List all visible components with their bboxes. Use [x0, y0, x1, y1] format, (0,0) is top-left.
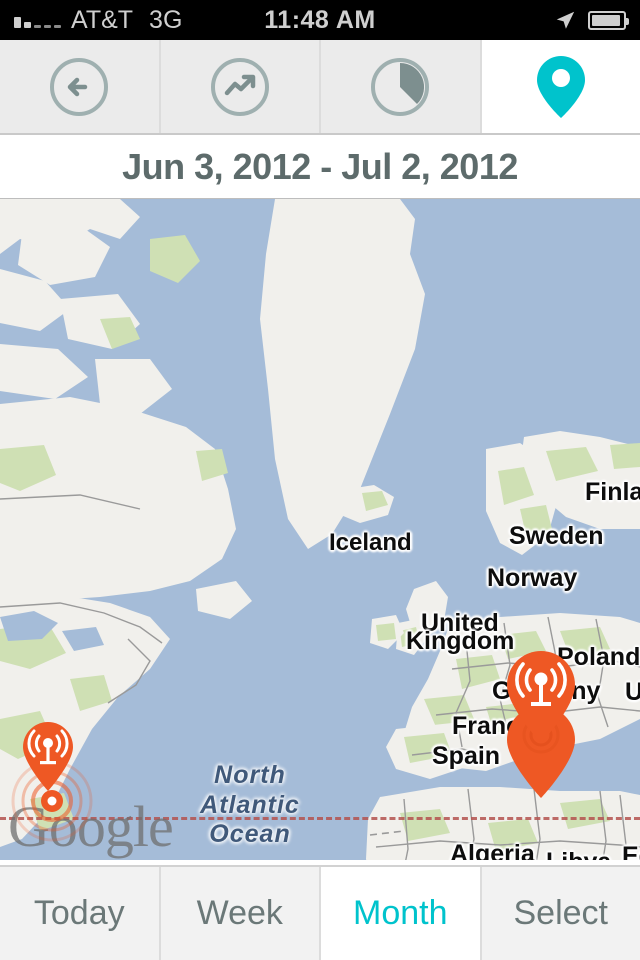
date-range-label: Jun 3, 2012 - Jul 2, 2012: [122, 145, 518, 187]
tab-select-label: Select: [513, 894, 609, 932]
cell-tower-icon: [23, 722, 73, 791]
map-button[interactable]: [481, 40, 640, 133]
app-screen: AT&T 3G 11:48 AM Jun 3, 2012 - Jul 2, 20…: [0, 0, 640, 960]
battery-icon: [588, 10, 629, 30]
top-toolbar: [0, 40, 640, 135]
tower-marker-us[interactable]: [22, 721, 74, 798]
tab-today[interactable]: Today: [0, 867, 161, 960]
back-arrow-circle-icon: [50, 57, 109, 116]
pie-button[interactable]: [321, 40, 482, 133]
tab-select[interactable]: Select: [482, 867, 640, 960]
back-button[interactable]: [0, 40, 161, 133]
map-view[interactable]: .land { fill:#f1f0ec; } .green { fill:#c…: [0, 198, 640, 860]
date-range-header: Jun 3, 2012 - Jul 2, 2012: [0, 135, 640, 198]
tab-month-label: Month: [353, 894, 448, 932]
cell-tower-icon: [507, 651, 575, 743]
tab-week[interactable]: Week: [161, 867, 321, 960]
bottom-tab-bar: Today Week Month Select: [0, 865, 640, 960]
pie-chart-circle-icon: [371, 57, 430, 116]
map-pin-icon: [536, 55, 585, 118]
clock-label: 11:48 AM: [264, 5, 376, 34]
tab-week-label: Week: [196, 894, 283, 932]
tab-month[interactable]: Month: [321, 867, 482, 960]
equator-line: [0, 817, 640, 820]
trend-button[interactable]: [161, 40, 321, 133]
status-bar: AT&T 3G 11:48 AM: [0, 0, 640, 40]
tab-today-label: Today: [33, 894, 125, 932]
trending-up-circle-icon: [210, 57, 269, 116]
tower-marker-europe[interactable]: [506, 649, 576, 750]
